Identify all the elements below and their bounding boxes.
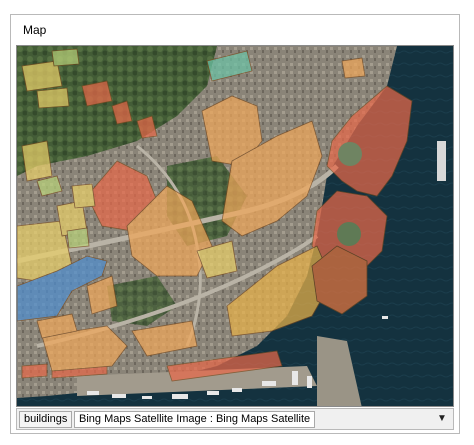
layer-selector[interactable]: buildings (19, 411, 73, 428)
basemap-selector[interactable]: Bing Maps Satellite Image : Bing Maps Sa… (74, 411, 316, 428)
building-yellow-small[interactable] (71, 183, 96, 209)
building-small-red[interactable] (81, 80, 113, 107)
window-title: Map (23, 23, 47, 37)
building-yellow-small[interactable] (36, 87, 70, 109)
building-orange-small[interactable] (341, 57, 366, 79)
title-bar: Map (11, 15, 459, 43)
courtyard (337, 222, 361, 246)
building-green-small[interactable] (51, 48, 80, 67)
courtyard (338, 142, 362, 166)
satellite-map[interactable] (17, 46, 454, 407)
building-green-small[interactable] (66, 227, 90, 249)
building-yellow[interactable] (21, 140, 53, 182)
map-canvas[interactable] (16, 45, 454, 407)
chevron-down-icon[interactable]: ▼ (435, 412, 449, 426)
map-window: Map buildings Bing Maps Satellite Image … (10, 14, 460, 434)
status-bar: buildings Bing Maps Satellite Image : Bi… (16, 408, 454, 430)
building-red-small[interactable] (21, 363, 48, 379)
